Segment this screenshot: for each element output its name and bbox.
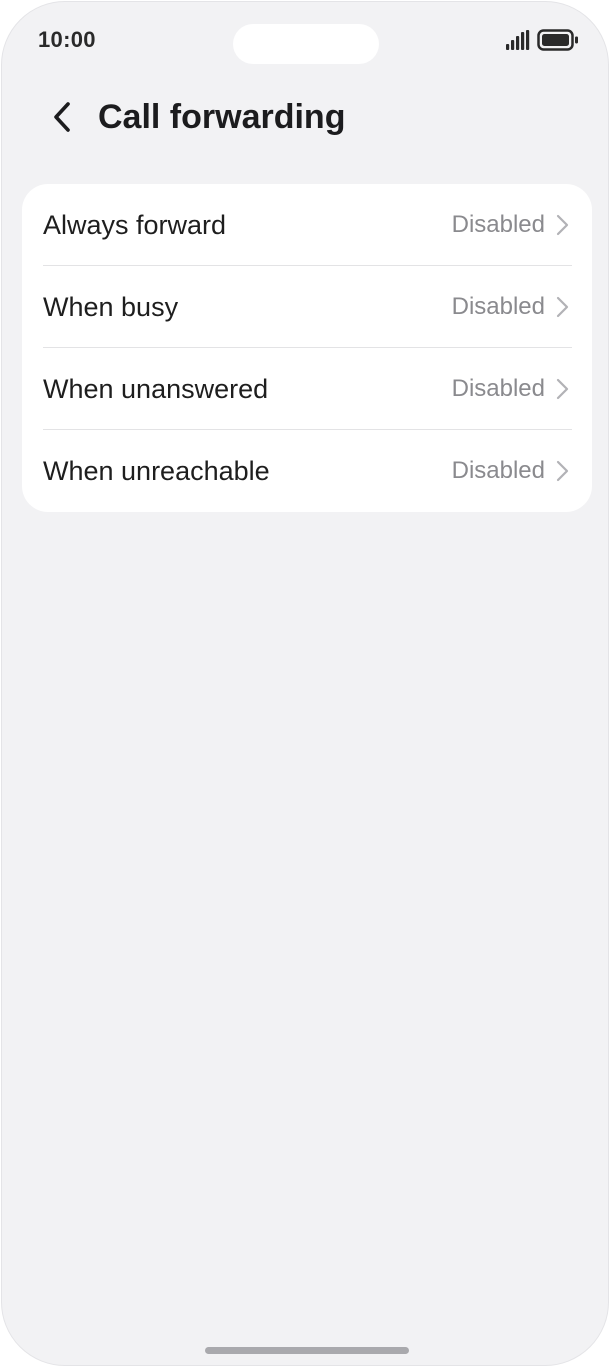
back-button[interactable] — [42, 94, 82, 140]
row-status: Disabled — [451, 211, 545, 238]
chevron-right-icon — [556, 296, 569, 318]
row-label: When unanswered — [43, 374, 269, 404]
row-status: Disabled — [451, 375, 545, 402]
chevron-left-icon — [54, 102, 70, 132]
row-status: Disabled — [451, 293, 545, 320]
row-status: Disabled — [451, 457, 545, 484]
chevron-right-icon — [556, 378, 569, 400]
phone-screen: 10:00 Call forwarding Always forward Dis… — [1, 1, 609, 1366]
when-unreachable-row[interactable]: When unreachable Disabled — [22, 430, 592, 512]
forwarding-options-card: Always forward Disabled When busy Disabl… — [22, 184, 592, 512]
signal-icon — [506, 30, 530, 50]
chevron-right-icon — [556, 214, 569, 236]
when-busy-row[interactable]: When busy Disabled — [22, 266, 592, 348]
row-label: When busy — [43, 292, 179, 322]
home-indicator[interactable] — [205, 1347, 409, 1354]
status-time: 10:00 — [38, 27, 96, 52]
row-label: Always forward — [43, 210, 227, 240]
page-title: Call forwarding — [98, 98, 346, 136]
always-forward-row[interactable]: Always forward Disabled — [22, 184, 592, 266]
when-unanswered-row[interactable]: When unanswered Disabled — [22, 348, 592, 430]
row-label: When unreachable — [43, 456, 270, 486]
dynamic-island — [233, 24, 379, 64]
battery-icon — [537, 29, 578, 51]
chevron-right-icon — [556, 460, 569, 482]
